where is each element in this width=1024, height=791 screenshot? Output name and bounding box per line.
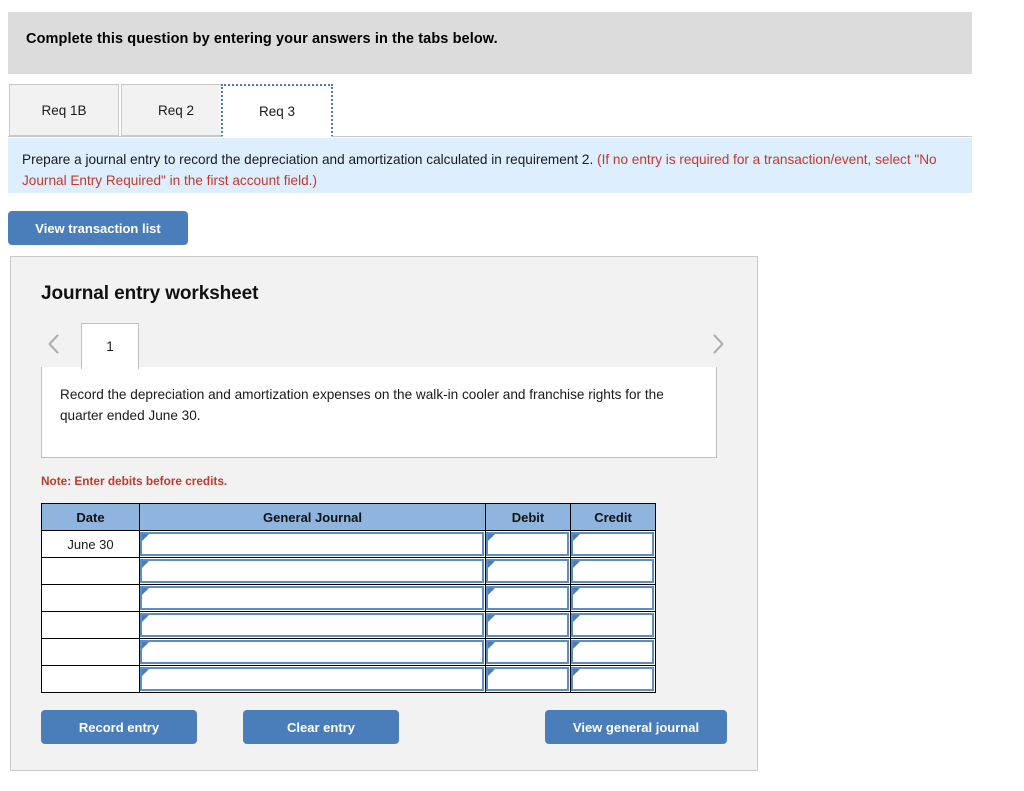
credit-input-4[interactable] <box>571 640 654 664</box>
table-header-row: Date General Journal Debit Credit <box>41 503 656 531</box>
table-row: June 30 <box>41 530 656 558</box>
column-header-credit: Credit <box>570 503 656 531</box>
requirement-tabstrip: Req 1B Req 2 Req 3 <box>8 82 972 137</box>
cell-date-1[interactable] <box>41 557 140 585</box>
worksheet-page-tab-1[interactable]: 1 <box>81 323 139 369</box>
chevron-left-icon[interactable] <box>41 331 67 357</box>
chevron-right-icon[interactable] <box>705 331 731 357</box>
cell-general-journal-3[interactable] <box>139 611 486 639</box>
view-transaction-list-button[interactable]: View transaction list <box>8 211 188 245</box>
cell-date-2[interactable] <box>41 584 140 612</box>
cell-debit-3[interactable] <box>485 611 571 639</box>
cell-date-0[interactable]: June 30 <box>41 530 140 558</box>
cell-debit-4[interactable] <box>485 638 571 666</box>
worksheet-page-tab-1-label: 1 <box>106 339 114 354</box>
table-row <box>41 611 656 639</box>
worksheet-description-text: Record the depreciation and amortization… <box>60 387 664 423</box>
account-input-5[interactable] <box>140 667 484 691</box>
cell-general-journal-1[interactable] <box>139 557 486 585</box>
journal-entry-worksheet-panel: Journal entry worksheet 1 Record the dep… <box>10 256 758 771</box>
clear-entry-button[interactable]: Clear entry <box>243 710 399 744</box>
journal-entry-table: Date General Journal Debit Credit June 3… <box>41 503 656 693</box>
debit-input-1[interactable] <box>486 559 569 583</box>
credit-input-0[interactable] <box>571 532 654 556</box>
account-input-0[interactable] <box>140 532 484 556</box>
cell-debit-1[interactable] <box>485 557 571 585</box>
cell-credit-4[interactable] <box>570 638 656 666</box>
column-header-date: Date <box>41 503 140 531</box>
cell-credit-1[interactable] <box>570 557 656 585</box>
cell-credit-2[interactable] <box>570 584 656 612</box>
instruction-banner: Prepare a journal entry to record the de… <box>8 138 972 193</box>
tab-req-3[interactable]: Req 3 <box>221 84 333 137</box>
tab-req-1b[interactable]: Req 1B <box>9 84 119 136</box>
column-header-general-journal: General Journal <box>139 503 486 531</box>
worksheet-title: Journal entry worksheet <box>41 283 259 304</box>
debit-input-3[interactable] <box>486 613 569 637</box>
instruction-main-text: Prepare a journal entry to record the de… <box>22 152 598 167</box>
debit-input-4[interactable] <box>486 640 569 664</box>
cell-general-journal-2[interactable] <box>139 584 486 612</box>
credit-input-1[interactable] <box>571 559 654 583</box>
cell-credit-3[interactable] <box>570 611 656 639</box>
debit-input-2[interactable] <box>486 586 569 610</box>
tab-req-2[interactable]: Req 2 <box>121 84 231 136</box>
cell-debit-2[interactable] <box>485 584 571 612</box>
debit-input-5[interactable] <box>486 667 569 691</box>
debit-input-0[interactable] <box>486 532 569 556</box>
table-row <box>41 557 656 585</box>
question-header-text: Complete this question by entering your … <box>26 31 498 47</box>
tab-req-3-label: Req 3 <box>258 103 296 119</box>
table-row <box>41 638 656 666</box>
worksheet-description-box: Record the depreciation and amortization… <box>41 367 717 458</box>
table-row <box>41 584 656 612</box>
tabstrip-baseline <box>8 136 972 137</box>
cell-date-3[interactable] <box>41 611 140 639</box>
account-input-1[interactable] <box>140 559 484 583</box>
cell-date-5[interactable] <box>41 665 140 693</box>
table-row <box>41 665 656 693</box>
cell-general-journal-5[interactable] <box>139 665 486 693</box>
question-header-banner: Complete this question by entering your … <box>8 12 972 74</box>
tab-req-1b-label: Req 1B <box>41 102 87 118</box>
account-input-4[interactable] <box>140 640 484 664</box>
credit-input-3[interactable] <box>571 613 654 637</box>
cell-credit-5[interactable] <box>570 665 656 693</box>
column-header-debit: Debit <box>485 503 571 531</box>
journal-table-body: June 30 <box>41 530 656 693</box>
credit-input-2[interactable] <box>571 586 654 610</box>
cell-general-journal-4[interactable] <box>139 638 486 666</box>
record-entry-button[interactable]: Record entry <box>41 710 197 744</box>
account-input-3[interactable] <box>140 613 484 637</box>
tab-req-2-label: Req 2 <box>157 102 195 118</box>
cell-debit-0[interactable] <box>485 530 571 558</box>
view-general-journal-button[interactable]: View general journal <box>545 710 727 744</box>
account-input-2[interactable] <box>140 586 484 610</box>
credit-input-5[interactable] <box>571 667 654 691</box>
debits-before-credits-note: Note: Enter debits before credits. <box>41 474 228 488</box>
cell-debit-5[interactable] <box>485 665 571 693</box>
cell-general-journal-0[interactable] <box>139 530 486 558</box>
worksheet-pager: 1 <box>11 319 759 369</box>
cell-date-4[interactable] <box>41 638 140 666</box>
cell-credit-0[interactable] <box>570 530 656 558</box>
